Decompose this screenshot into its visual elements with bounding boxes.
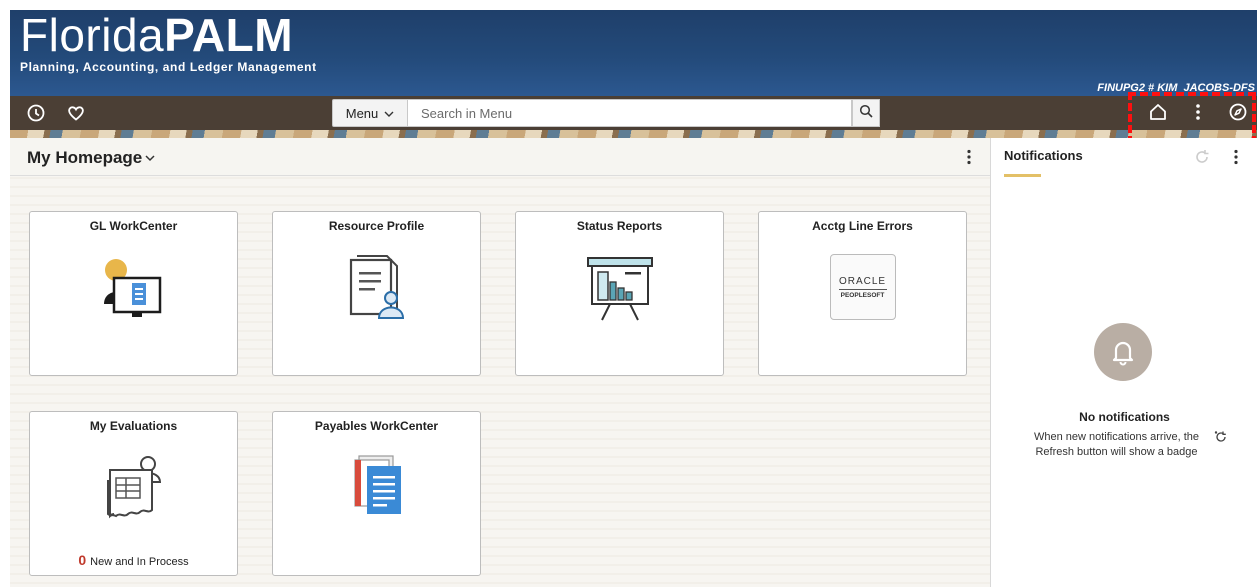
kebab-icon[interactable] [962, 148, 976, 171]
menu-search-input[interactable] [408, 99, 852, 127]
tile-resource-profile[interactable]: Resource Profile [272, 211, 481, 376]
empty-state-title: No notifications [1079, 410, 1170, 424]
active-tab-indicator [1004, 174, 1041, 177]
count-number: 0 [78, 552, 87, 568]
user-id: FINUPG2 # KIM_JACOBS-DFS [1097, 82, 1255, 94]
chevron-down-icon [384, 106, 394, 121]
notifications-panel: Notifications No notifications When new … [990, 138, 1257, 587]
home-icon[interactable] [1148, 102, 1168, 122]
page-title[interactable]: My Homepage [27, 148, 142, 168]
logo-title-thin: Florida [20, 10, 165, 61]
documents-stack-icon [337, 454, 417, 529]
menu-button[interactable]: Menu [332, 99, 408, 127]
tile-title: Status Reports [576, 219, 663, 233]
tile-grid: GL WorkCenter Resource Profile Status Re… [10, 176, 990, 587]
heart-icon[interactable] [66, 103, 86, 123]
bell-icon [1094, 323, 1152, 381]
tile-title: GL WorkCenter [89, 219, 178, 233]
tile-title: Acctg Line Errors [812, 219, 913, 233]
logo-subtitle: Planning, Accounting, and Ledger Managem… [20, 60, 317, 74]
evaluation-count: 0 New and In Process [30, 552, 237, 568]
decorative-strip [10, 130, 1257, 138]
peoplesoft-text: PEOPLESOFT [840, 291, 885, 299]
tile-title: My Evaluations [89, 419, 178, 433]
chevron-down-icon[interactable] [144, 150, 156, 168]
navigation-bar: Menu [10, 96, 1257, 130]
homepage-header: My Homepage [10, 138, 990, 176]
empty-state-message: When new notifications arrive, the Refre… [1033, 431, 1200, 458]
tile-title: Resource Profile [328, 219, 425, 233]
logo-title-bold: PALM [164, 10, 294, 61]
menu-button-label: Menu [345, 105, 379, 121]
search-icon [859, 104, 873, 123]
tile-gl-workcenter[interactable]: GL WorkCenter [29, 211, 238, 376]
tile-my-evaluations[interactable]: My Evaluations 0 New and In Process [29, 411, 238, 576]
compass-icon[interactable] [1228, 102, 1248, 122]
oracle-text: ORACLE [838, 275, 887, 287]
document-person-icon [337, 254, 417, 329]
tile-acctg-line-errors[interactable]: Acctg Line Errors ORACLE PEOPLESOFT [758, 211, 967, 376]
app-banner: FloridaPALM Planning, Accounting, and Le… [10, 10, 1257, 96]
kebab-icon[interactable] [1188, 102, 1208, 122]
logo-divider [838, 288, 887, 290]
tile-title: Payables WorkCenter [314, 419, 439, 433]
florida-palm-logo: FloridaPALM Planning, Accounting, and Le… [20, 12, 317, 74]
workcenter-icon [94, 254, 174, 329]
tile-payables-workcenter[interactable]: Payables WorkCenter [272, 411, 481, 576]
oracle-peoplesoft-logo: ORACLE PEOPLESOFT [829, 254, 896, 320]
refresh-icon [1213, 430, 1229, 449]
clock-icon[interactable] [26, 103, 46, 123]
presentation-chart-icon [580, 254, 660, 329]
tile-status-reports[interactable]: Status Reports [515, 211, 724, 376]
notifications-title[interactable]: Notifications [1004, 148, 1083, 163]
kebab-icon[interactable] [1231, 148, 1241, 171]
count-label: New and In Process [90, 556, 189, 568]
evaluation-icon [94, 450, 174, 529]
search-button[interactable] [852, 99, 880, 127]
logo-title: FloridaPALM [20, 12, 317, 58]
refresh-icon[interactable] [1193, 148, 1211, 171]
